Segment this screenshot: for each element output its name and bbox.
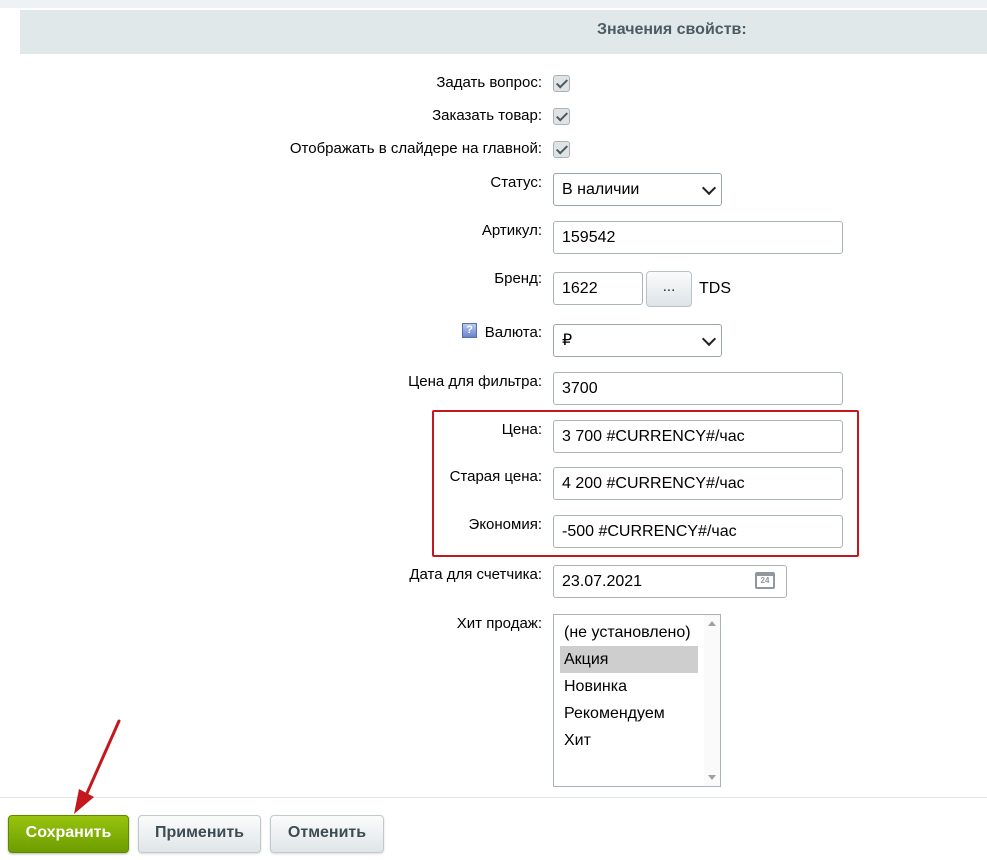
brand-input-value: 1622	[562, 280, 598, 297]
filter-price-label: Цена для фильтра:	[408, 373, 542, 390]
bestseller-option[interactable]: Новинка	[560, 673, 698, 700]
status-select[interactable]: В наличии	[553, 173, 722, 206]
bestseller-option[interactable]: (не установлено)	[560, 619, 698, 646]
filter-price-input[interactable]: 3700	[553, 372, 843, 405]
price-label: Цена:	[501, 421, 542, 438]
scroll-up-icon[interactable]	[708, 621, 716, 626]
scroll-down-icon[interactable]	[708, 775, 716, 780]
currency-select-value: ₽	[562, 332, 573, 349]
ask-question-label: Задать вопрос:	[436, 74, 542, 91]
filter-price-input-value: 3700	[562, 380, 598, 397]
brand-label: Бренд:	[494, 270, 542, 287]
bestseller-option-selected[interactable]: Акция	[560, 646, 698, 673]
listbox-scrollbar[interactable]	[704, 615, 720, 786]
article-label: Артикул:	[481, 222, 542, 239]
show-in-slider-checkbox[interactable]	[553, 141, 570, 158]
price-input-value: 3 700 #CURRENCY#/час	[562, 428, 745, 445]
savings-input[interactable]: -500 #CURRENCY#/час	[553, 515, 843, 548]
chevron-down-icon	[701, 180, 717, 196]
status-label: Статус:	[490, 174, 542, 191]
article-input-value: 159542	[562, 229, 616, 246]
calendar-icon-day: 24	[760, 576, 770, 585]
bestseller-label: Хит продаж:	[456, 615, 542, 632]
price-input[interactable]: 3 700 #CURRENCY#/час	[553, 420, 843, 453]
status-select-value: В наличии	[562, 181, 640, 198]
counter-date-input[interactable]: 23.07.2021	[553, 565, 787, 598]
currency-select[interactable]: ₽	[553, 324, 722, 357]
old-price-input[interactable]: 4 200 #CURRENCY#/час	[553, 467, 843, 500]
properties-header-title: Значения свойств:	[597, 21, 747, 38]
savings-input-value: -500 #CURRENCY#/час	[562, 523, 737, 540]
article-input[interactable]: 159542	[553, 221, 843, 254]
show-in-slider-label: Отображать в слайдере на главной:	[289, 140, 542, 157]
calendar-icon[interactable]: 24	[755, 572, 775, 589]
old-price-label: Старая цена:	[449, 468, 542, 485]
top-strip	[0, 0, 987, 8]
brand-input[interactable]: 1622	[553, 272, 643, 305]
chevron-down-icon	[701, 331, 717, 347]
bestseller-listbox[interactable]: (не установлено) Акция Новинка Рекоменду…	[553, 614, 721, 787]
old-price-input-value: 4 200 #CURRENCY#/час	[562, 475, 745, 492]
order-item-label: Заказать товар:	[432, 107, 542, 124]
apply-button[interactable]: Применить	[138, 815, 261, 853]
counter-date-label: Дата для счетчика:	[409, 566, 542, 583]
savings-label: Экономия:	[468, 516, 542, 533]
order-item-checkbox[interactable]	[553, 108, 570, 125]
help-icon[interactable]: ?	[462, 323, 477, 338]
currency-label: Валюта:	[484, 324, 542, 341]
bestseller-option[interactable]: Хит	[560, 727, 698, 754]
bestseller-option[interactable]: Рекомендуем	[560, 700, 698, 727]
cancel-button[interactable]: Отменить	[270, 815, 384, 853]
counter-date-input-value: 23.07.2021	[562, 573, 643, 590]
brand-browse-button[interactable]: ...	[646, 271, 692, 307]
brand-name: TDS	[699, 280, 731, 297]
ask-question-checkbox[interactable]	[553, 75, 570, 92]
properties-header	[20, 10, 987, 54]
red-arrow-annotation	[74, 719, 121, 814]
